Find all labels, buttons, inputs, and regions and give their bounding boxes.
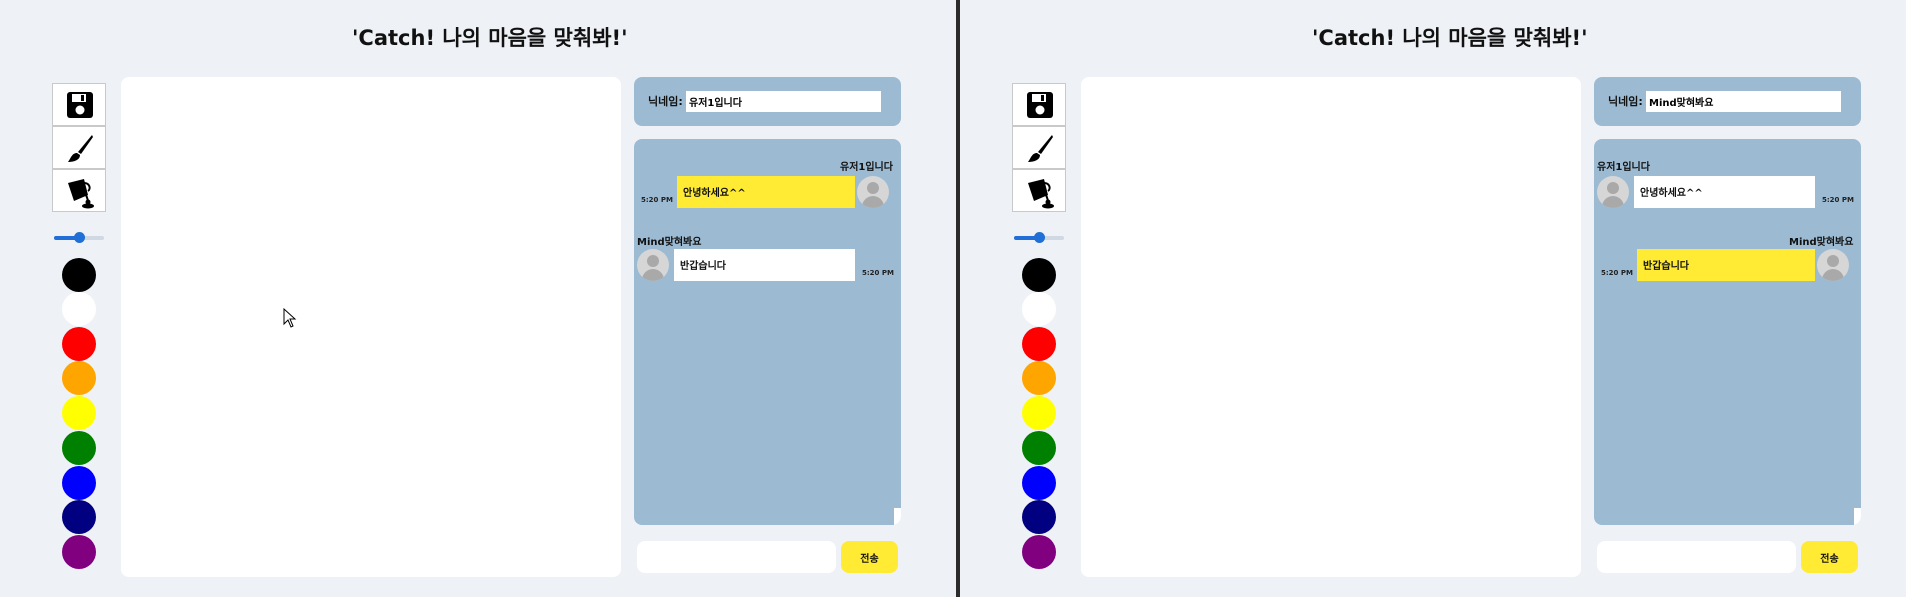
color-purple[interactable] <box>1022 535 1056 569</box>
drawing-canvas[interactable] <box>121 77 621 577</box>
scrollbar-corner <box>894 508 901 525</box>
save-button[interactable] <box>52 83 106 126</box>
right-app-window: 'Catch! 나의 마음을 맞춰봐!' 닉네임: Mind맞혀봐요 유저1입니… <box>960 0 1906 597</box>
nickname-input[interactable] <box>686 91 881 112</box>
avatar <box>1597 176 1629 208</box>
chat-bubble-mine: 반갑습니다 <box>1637 249 1815 281</box>
message-input[interactable] <box>1597 541 1796 573</box>
sender-name: 유저1입니다 <box>840 162 893 173</box>
page-title: 'Catch! 나의 마음을 맞춰봐!' <box>1312 26 1588 50</box>
message-time: 5:20 PM <box>1822 196 1854 204</box>
nickname-label: 닉네임: <box>648 95 683 108</box>
left-app-window: 'Catch! 나의 마음을 맞춰봐!' 닉네임: 유저1입니다 유저1입니다 … <box>0 0 956 597</box>
sender-name: Mind맞혀봐요 <box>637 237 702 248</box>
save-icon <box>67 92 93 118</box>
paint-bucket-icon <box>1028 179 1054 209</box>
brush-icon <box>68 135 93 162</box>
message-time: 5:20 PM <box>862 269 894 277</box>
avatar <box>1817 249 1849 281</box>
sender-name: 유저1입니다 <box>1597 162 1650 173</box>
save-icon <box>1027 92 1053 118</box>
drawing-canvas[interactable] <box>1081 77 1581 577</box>
sender-name: Mind맞혀봐요 <box>1789 237 1854 248</box>
color-red[interactable] <box>1022 327 1056 361</box>
message-time: 5:20 PM <box>1601 269 1633 277</box>
color-orange[interactable] <box>1022 361 1056 395</box>
color-black[interactable] <box>62 258 96 292</box>
color-blue[interactable] <box>1022 466 1056 500</box>
color-purple[interactable] <box>62 535 96 569</box>
brush-size-slider[interactable] <box>54 232 104 243</box>
chat-bubble-other: 반갑습니다 <box>674 249 855 281</box>
color-black[interactable] <box>1022 258 1056 292</box>
chat-panel[interactable]: 유저1입니다 5:20 PM 안녕하세요^^ Mind맞혀봐요 반갑습니다 5:… <box>634 139 901 525</box>
chat-panel[interactable]: 유저1입니다 안녕하세요^^ 5:20 PM Mind맞혀봐요 5:20 PM … <box>1594 139 1861 525</box>
color-white[interactable] <box>62 292 96 326</box>
paint-bucket-button[interactable] <box>52 169 106 212</box>
slider-thumb[interactable] <box>1034 232 1045 243</box>
save-button[interactable] <box>1012 83 1066 126</box>
color-yellow[interactable] <box>1022 396 1056 430</box>
send-button[interactable]: 전송 <box>841 541 898 573</box>
chat-bubble-other: 안녕하세요^^ <box>1634 176 1815 208</box>
slider-thumb[interactable] <box>74 232 85 243</box>
mouse-cursor-icon <box>283 308 297 328</box>
nickname-label: 닉네임: <box>1608 95 1643 108</box>
color-yellow[interactable] <box>62 396 96 430</box>
paint-bucket-button[interactable] <box>1012 169 1066 212</box>
chat-bubble-mine: 안녕하세요^^ <box>677 176 855 208</box>
color-red[interactable] <box>62 327 96 361</box>
color-navy[interactable] <box>1022 500 1056 534</box>
toolbar <box>52 83 106 212</box>
color-orange[interactable] <box>62 361 96 395</box>
color-navy[interactable] <box>62 500 96 534</box>
nickname-input[interactable] <box>1646 91 1841 112</box>
paint-bucket-icon <box>68 179 94 209</box>
page-title: 'Catch! 나의 마음을 맞춰봐!' <box>352 26 628 50</box>
brush-size-slider[interactable] <box>1014 232 1064 243</box>
avatar <box>637 249 669 281</box>
brush-button[interactable] <box>52 126 106 169</box>
nickname-panel: 닉네임: <box>1594 77 1861 126</box>
nickname-panel: 닉네임: <box>634 77 901 126</box>
toolbar <box>1012 83 1066 212</box>
send-button[interactable]: 전송 <box>1801 541 1858 573</box>
color-white[interactable] <box>1022 292 1056 326</box>
color-green[interactable] <box>1022 431 1056 465</box>
avatar <box>857 176 889 208</box>
brush-icon <box>1028 135 1053 162</box>
message-time: 5:20 PM <box>641 196 673 204</box>
message-input[interactable] <box>637 541 836 573</box>
brush-button[interactable] <box>1012 126 1066 169</box>
color-blue[interactable] <box>62 466 96 500</box>
color-green[interactable] <box>62 431 96 465</box>
scrollbar-corner <box>1854 508 1861 525</box>
